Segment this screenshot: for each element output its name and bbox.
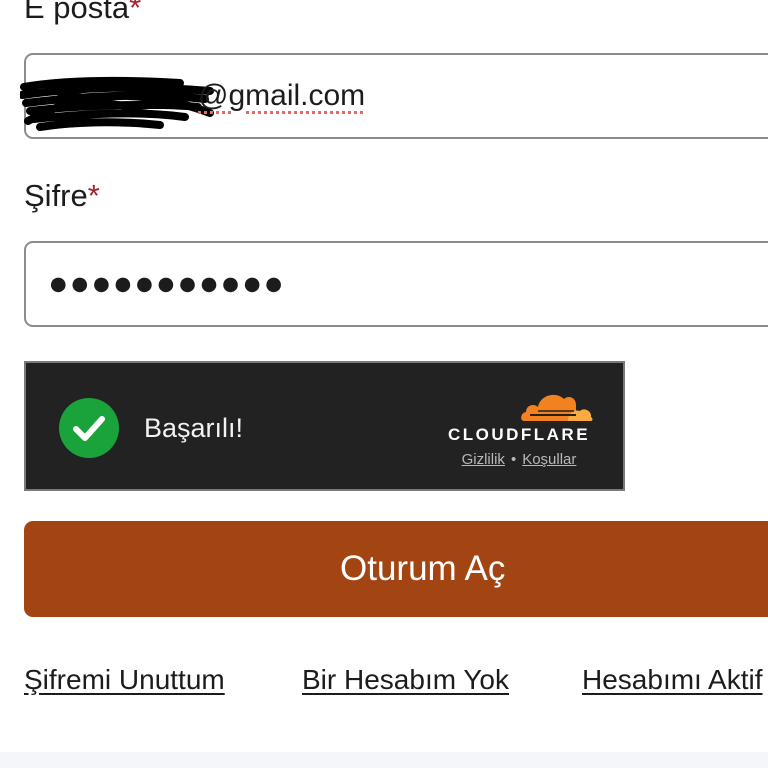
email-value: @gmail.com [198,79,366,112]
redaction-scribble [20,76,214,131]
forgot-password-link[interactable]: Şifremi Unuttum [24,664,225,696]
captcha-links: Gizlilik • Koşullar [444,451,594,468]
login-button[interactable]: Oturum Aç [24,521,768,617]
captcha-status: Başarılı! [144,413,244,443]
password-label-text: Şifre [24,178,88,213]
check-icon [59,398,119,458]
required-mark: * [129,0,142,25]
password-field[interactable]: ●●●●●●●●●●● [24,241,768,327]
bottom-strip [0,752,768,768]
password-label: Şifre* [24,180,100,211]
email-label-text: E posta [24,0,130,25]
email-label: E posta* [24,0,141,23]
link-separator: • [510,451,517,468]
required-mark: * [87,178,100,213]
activate-account-link[interactable]: Hesabımı Aktif [582,664,763,696]
privacy-link[interactable]: Gizlilik [462,451,505,468]
cloudflare-logo-icon [521,394,593,421]
terms-link[interactable]: Koşullar [522,451,576,468]
captcha-widget: Başarılı! CLOUDFLARE Gizlilik • Koşullar [24,361,625,491]
password-value: ●●●●●●●●●●● [48,264,285,303]
login-button-label: Oturum Aç [340,549,506,588]
cloudflare-wordmark: CLOUDFLARE [447,425,591,444]
email-field[interactable]: @gmail.com [20,53,768,139]
no-account-link[interactable]: Bir Hesabım Yok [302,664,509,696]
